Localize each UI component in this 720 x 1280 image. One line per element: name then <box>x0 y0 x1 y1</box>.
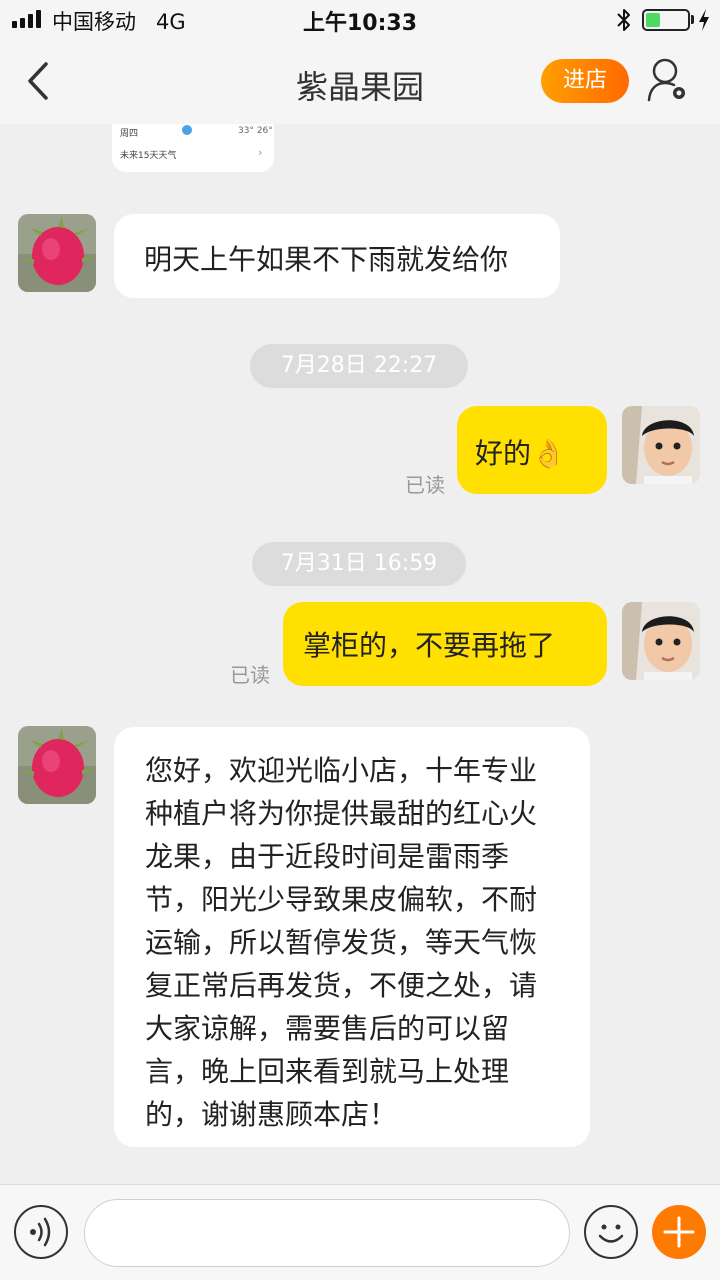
message-text: 好的👌 <box>475 437 566 470</box>
chat-area[interactable]: 周四 33° 26° 未来15天天气 › 明天上午如果不下雨就发给你 7月28日… <box>0 124 720 1184</box>
message-text: 掌柜的，不要再拖了 <box>303 629 556 662</box>
battery-tip <box>691 15 694 24</box>
my-avatar[interactable] <box>622 602 700 680</box>
timestamp: 7月28日 22:27 <box>250 344 468 388</box>
input-bar <box>0 1184 720 1280</box>
voice-input-button[interactable] <box>14 1205 68 1259</box>
message-text: 明天上午如果不下雨就发给你 <box>144 243 509 276</box>
my-avatar[interactable] <box>622 406 700 484</box>
enter-store-button[interactable]: 进店 <box>541 59 629 103</box>
smiley-icon <box>598 1224 624 1243</box>
weather-card[interactable]: 周四 33° 26° 未来15天天气 › <box>112 124 274 172</box>
bluetooth-icon <box>617 9 630 31</box>
emoji-button[interactable] <box>584 1205 638 1259</box>
voice-icon <box>30 1217 51 1247</box>
weather-icon <box>182 125 192 135</box>
plus-icon <box>663 1216 695 1248</box>
shop-avatar[interactable] <box>18 726 96 804</box>
status-bar: 中国移动 4G 上午10:33 <box>0 0 720 40</box>
timestamp: 7月31日 16:59 <box>252 542 466 586</box>
message-text: 您好，欢迎光临小店，十年专业 种植户将为你提供最甜的红心火 龙果，由于近段时间是… <box>145 754 538 1131</box>
read-receipt: 已读 <box>405 473 445 497</box>
message-input[interactable] <box>84 1199 570 1267</box>
weather-forecast-link: 未来15天天气 <box>120 151 177 161</box>
weather-temps: 33° 26° <box>238 126 273 136</box>
message-bubble[interactable]: 您好，欢迎光临小店，十年专业 种植户将为你提供最甜的红心火 龙果，由于近段时间是… <box>114 727 590 1147</box>
weather-day: 周四 <box>120 129 139 139</box>
more-actions-button[interactable] <box>652 1205 706 1259</box>
charging-icon <box>699 9 709 31</box>
chevron-right-icon: › <box>258 146 263 159</box>
user-settings-icon[interactable] <box>646 56 690 104</box>
battery-icon <box>642 9 690 31</box>
nav-bar: 紫晶果园 进店 <box>0 40 720 124</box>
message-bubble[interactable]: 好的👌 <box>457 406 607 494</box>
shop-avatar[interactable] <box>18 214 96 292</box>
status-time: 上午10:33 <box>302 11 418 36</box>
message-bubble[interactable]: 掌柜的，不要再拖了 <box>283 602 607 686</box>
battery-level <box>646 13 660 27</box>
read-receipt: 已读 <box>230 663 270 687</box>
message-bubble[interactable]: 明天上午如果不下雨就发给你 <box>114 214 560 298</box>
